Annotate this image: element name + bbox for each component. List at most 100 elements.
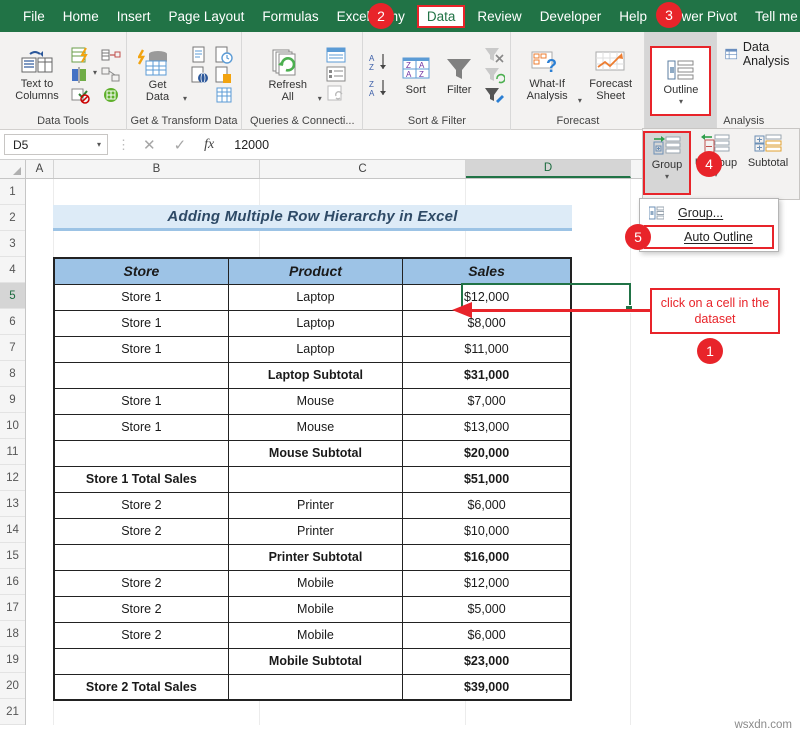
data-analysis-button[interactable]: Data Analysis	[725, 40, 795, 68]
cell-product[interactable]: Mobile	[228, 596, 402, 622]
row-header-9[interactable]: 9	[0, 387, 25, 413]
cell-product[interactable]: Mouse	[228, 414, 402, 440]
cell-sales[interactable]: $23,000	[403, 648, 571, 674]
cell-product[interactable]: Mobile	[228, 622, 402, 648]
relationships-icon[interactable]	[101, 46, 121, 64]
table-row-subtotal[interactable]: Mouse Subtotal $20,000	[54, 440, 571, 466]
table-row[interactable]: Store 1 Laptop $11,000	[54, 336, 571, 362]
manage-data-model-icon[interactable]	[101, 66, 121, 84]
sort-button[interactable]: Z A A Z Sort	[394, 54, 437, 96]
table-row-subtotal[interactable]: Mobile Subtotal $23,000	[54, 648, 571, 674]
get-data-button[interactable]: Get Data	[132, 47, 183, 103]
cell-product[interactable]	[228, 674, 402, 700]
table-row[interactable]: Store 1 Mouse $7,000	[54, 388, 571, 414]
cell-store[interactable]	[54, 648, 228, 674]
data-validation-icon[interactable]	[71, 86, 91, 104]
group-chevron-icon[interactable]: ▾	[665, 173, 669, 180]
cell-store[interactable]: Store 1	[54, 336, 228, 362]
row-header-8[interactable]: 8	[0, 361, 25, 387]
cell-product[interactable]: Mouse Subtotal	[228, 440, 402, 466]
cell-sales[interactable]: $10,000	[403, 518, 571, 544]
cell-sales[interactable]: $6,000	[403, 622, 571, 648]
cell-store[interactable]: Store 1	[54, 388, 228, 414]
name-box-chevron-down-icon[interactable]: ▾	[97, 140, 101, 149]
column-header-a[interactable]: A	[26, 160, 54, 178]
cell-store[interactable]: Store 2	[54, 570, 228, 596]
row-header-10[interactable]: 10	[0, 413, 25, 439]
table-row[interactable]: Store 2 Printer $6,000	[54, 492, 571, 518]
cell-product[interactable]: Laptop Subtotal	[228, 362, 402, 388]
clear-filter-icon[interactable]	[483, 46, 505, 64]
cell-store[interactable]: Store 1 Total Sales	[54, 466, 228, 492]
cell-sales[interactable]: $16,000	[403, 544, 571, 570]
row-header-19[interactable]: 19	[0, 647, 25, 673]
text-to-columns-button[interactable]: Text to Columns	[5, 48, 69, 102]
column-header-c[interactable]: C	[260, 160, 466, 178]
row-header-14[interactable]: 14	[0, 517, 25, 543]
existing-connections-icon[interactable]	[214, 86, 234, 104]
tab-data[interactable]: Data	[417, 5, 466, 28]
table-row-total[interactable]: Store 2 Total Sales $39,000	[54, 674, 571, 700]
table-row[interactable]: Store 2 Mobile $5,000	[54, 596, 571, 622]
cell-store[interactable]: Store 1	[54, 310, 228, 336]
select-all-corner[interactable]	[0, 160, 26, 178]
cell-store[interactable]: Store 2	[54, 622, 228, 648]
tab-home[interactable]: Home	[54, 5, 108, 28]
tab-review[interactable]: Review	[468, 5, 530, 28]
cell-sales[interactable]: $11,000	[403, 336, 571, 362]
cell-store[interactable]	[54, 544, 228, 570]
outline-chevron-icon[interactable]: ▾	[679, 98, 683, 105]
tab-file[interactable]: File	[14, 5, 54, 28]
row-header-1[interactable]: 1	[0, 179, 25, 205]
tab-developer[interactable]: Developer	[531, 5, 611, 28]
subtotal-button[interactable]: Subtotal	[741, 131, 795, 195]
cell-sales[interactable]: $20,000	[403, 440, 571, 466]
row-header-15[interactable]: 15	[0, 543, 25, 569]
row-header-20[interactable]: 20	[0, 673, 25, 699]
table-row[interactable]: Store 2 Mobile $6,000	[54, 622, 571, 648]
cell-store[interactable]	[54, 362, 228, 388]
cell-product[interactable]: Mobile	[228, 570, 402, 596]
enter-check-icon[interactable]: ✓	[174, 136, 187, 154]
table-row[interactable]: Store 1 Laptop $8,000	[54, 310, 571, 336]
edit-links-icon[interactable]	[325, 85, 347, 102]
cancel-icon[interactable]: ✕	[143, 136, 156, 154]
cell-product[interactable]: Laptop	[228, 336, 402, 362]
advanced-filter-icon[interactable]	[483, 86, 505, 104]
row-header-18[interactable]: 18	[0, 621, 25, 647]
cell-store[interactable]: Store 2	[54, 596, 228, 622]
cell-product[interactable]: Printer	[228, 518, 402, 544]
refresh-all-button[interactable]: Refresh All	[258, 47, 318, 103]
column-header-d[interactable]: D	[466, 160, 631, 178]
forecast-sheet-button[interactable]: Forecast Sheet	[582, 48, 640, 102]
from-table-range-icon[interactable]	[214, 66, 234, 84]
column-header-b[interactable]: B	[54, 160, 260, 178]
cell-sales[interactable]: $51,000	[403, 466, 571, 492]
cell-store[interactable]	[54, 440, 228, 466]
cell-product[interactable]: Laptop	[228, 310, 402, 336]
recent-sources-icon[interactable]	[214, 46, 234, 64]
cell-product[interactable]: Printer Subtotal	[228, 544, 402, 570]
queries-pane-icon[interactable]	[325, 47, 347, 64]
row-header-13[interactable]: 13	[0, 491, 25, 517]
row-header-5[interactable]: 5	[0, 283, 25, 309]
row-header-12[interactable]: 12	[0, 465, 25, 491]
cell-store[interactable]: Store 2 Total Sales	[54, 674, 228, 700]
cell-sales[interactable]: $13,000	[403, 414, 571, 440]
menu-item-auto-outline[interactable]: Auto Outline	[644, 225, 774, 249]
menu-item-group[interactable]: Group...	[640, 201, 778, 225]
table-row-subtotal[interactable]: Printer Subtotal $16,000	[54, 544, 571, 570]
data-tools-chevron-icon[interactable]: ▾	[93, 47, 97, 76]
table-row-total[interactable]: Store 1 Total Sales $51,000	[54, 466, 571, 492]
row-header-3[interactable]: 3	[0, 231, 25, 257]
from-text-csv-icon[interactable]	[190, 46, 210, 64]
cell-store[interactable]: Store 1	[54, 414, 228, 440]
cell-sales[interactable]: $5,000	[403, 596, 571, 622]
tab-help[interactable]: Help	[610, 5, 656, 28]
get-data-chevron-icon[interactable]: ▾	[183, 94, 187, 115]
cell-store[interactable]: Store 2	[54, 492, 228, 518]
refresh-all-chevron-icon[interactable]: ▾	[318, 94, 322, 115]
cell-sales[interactable]: $6,000	[403, 492, 571, 518]
reapply-filter-icon[interactable]	[483, 66, 505, 84]
row-header-6[interactable]: 6	[0, 309, 25, 335]
